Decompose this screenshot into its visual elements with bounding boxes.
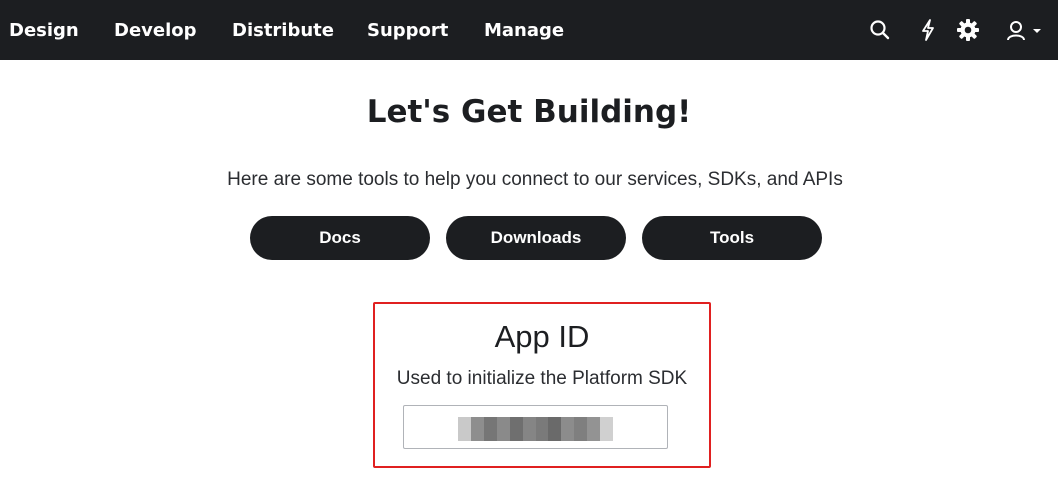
obscured-app-id-value [458, 417, 614, 441]
page-title: Let's Get Building! [366, 94, 692, 130]
nav-develop[interactable]: Develop [114, 0, 197, 60]
app-id-title: App ID [494, 319, 590, 354]
nav-support[interactable]: Support [367, 0, 448, 60]
page-subtitle: Here are some tools to help you connect … [227, 169, 843, 190]
app-id-description: Used to initialize the Platform SDK [396, 368, 688, 389]
gear-icon[interactable] [955, 17, 981, 43]
chevron-down-icon[interactable] [1030, 17, 1044, 43]
nav-design[interactable]: Design [9, 0, 79, 60]
top-navigation-bar: Design Develop Distribute Support Manage [0, 0, 1058, 60]
docs-button[interactable]: Docs [250, 216, 430, 260]
tools-button[interactable]: Tools [642, 216, 822, 260]
downloads-button[interactable]: Downloads [446, 216, 626, 260]
user-icon[interactable] [1003, 17, 1029, 43]
nav-distribute[interactable]: Distribute [232, 0, 334, 60]
app-id-field[interactable] [403, 405, 668, 449]
bolt-icon[interactable] [915, 17, 941, 43]
app-id-panel: App ID Used to initialize the Platform S… [373, 302, 711, 468]
search-icon[interactable] [867, 17, 893, 43]
nav-manage[interactable]: Manage [484, 0, 564, 60]
